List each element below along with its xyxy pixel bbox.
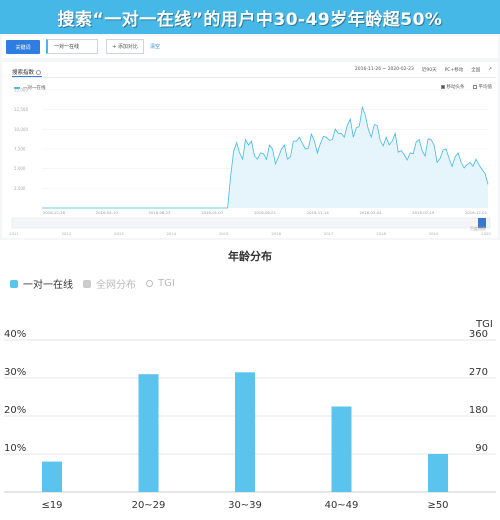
overview-year-label: 2015 bbox=[219, 231, 229, 236]
trend-panel: 搜索指数 2016-11-26 ~ 2020-02-23 近90天 PC+移动 … bbox=[2, 62, 498, 238]
overview-year-label: 2013 bbox=[114, 231, 124, 236]
x-tick-label: 2016-01-07 bbox=[201, 210, 224, 215]
bar bbox=[235, 372, 255, 492]
overview-track bbox=[11, 217, 491, 229]
keyword-button[interactable]: 关键词 bbox=[6, 40, 40, 54]
x-tick-label: 2016-12-01 bbox=[465, 210, 488, 215]
bar bbox=[428, 454, 448, 492]
x-tick-label: 2016-06-01 bbox=[254, 210, 277, 215]
y-tick-label: 15,000 bbox=[14, 88, 28, 93]
bar bbox=[42, 461, 62, 492]
trend-area-fill bbox=[42, 107, 488, 208]
keyword-toolbar: 关键词 一对一在线 + 添加对比 清空 bbox=[2, 36, 498, 58]
y-tick-label: 12,500 bbox=[14, 107, 28, 112]
x-tick-label: 40~49 bbox=[325, 500, 359, 511]
age-distribution-section: 年龄分布 一对一在线 全网分布 TGI TGI 40% 360 30% 270 20% 18… bbox=[0, 240, 500, 520]
bar bbox=[331, 406, 352, 492]
right-tick-label: 180 bbox=[469, 405, 488, 416]
right-tick-label: 270 bbox=[469, 367, 488, 378]
y-tick-label: 10% bbox=[4, 443, 26, 454]
banner-title: 搜索“一对一在线”的用户中30-49岁年龄超50% bbox=[57, 9, 443, 30]
watermark: 百度指数 bbox=[470, 226, 486, 231]
y-tick-label: 5,000 bbox=[14, 166, 26, 171]
x-tick-label: 2016-12-26 bbox=[43, 210, 66, 215]
x-tick-label: ≤19 bbox=[41, 500, 62, 511]
age-bar-chart: TGI40% 36030% 27020% 18010% 90≤19 20~29 30~39 4… bbox=[4, 319, 496, 511]
x-tick-label: 2016-08-23 bbox=[148, 210, 171, 215]
y-tick-label: 20% bbox=[4, 405, 26, 416]
header-banner: 搜索“一对一在线”的用户中30-49岁年龄超50% bbox=[0, 0, 500, 34]
overview-year-label: 2019 bbox=[429, 231, 439, 236]
x-tick-label: 20~29 bbox=[132, 500, 166, 511]
y-tick-label: 2,500 bbox=[14, 186, 26, 191]
bar bbox=[138, 374, 159, 492]
trend-chart: 15,000 12,500 10,000 7,500 5,000 2,500 2016-12… bbox=[9, 88, 491, 237]
x-tick-label: ≥50 bbox=[427, 500, 448, 511]
overview-year-label: 2014 bbox=[166, 231, 176, 236]
overview-year-label: 2017 bbox=[324, 231, 334, 236]
clear-link[interactable]: 清空 bbox=[150, 43, 160, 50]
x-tick-label: 2016-07-19 bbox=[412, 210, 435, 215]
overview-year-label: 2016 bbox=[271, 231, 281, 236]
y-tick-label: 10,000 bbox=[14, 127, 28, 132]
search-index-screenshot: 关键词 一对一在线 + 添加对比 清空 搜索指数 2016-11-26 ~ 20… bbox=[0, 34, 500, 240]
x-tick-label: 2016-03-04 bbox=[359, 210, 382, 215]
keyword-input[interactable]: 一对一在线 bbox=[46, 39, 98, 54]
overview-year-label: 2018 bbox=[376, 231, 386, 236]
y-tick-label: 40% bbox=[4, 329, 26, 340]
x-tick-label: 30~39 bbox=[228, 500, 262, 511]
right-tick-label: 360 bbox=[469, 329, 488, 340]
y-tick-label: 7,500 bbox=[14, 147, 26, 152]
x-tick-label: 2016-04-10 bbox=[96, 210, 119, 215]
right-tick-label: 90 bbox=[475, 443, 488, 454]
y-tick-label: 30% bbox=[4, 367, 26, 378]
overview-year-label: 2011 bbox=[9, 231, 19, 236]
add-compare-button[interactable]: + 添加对比 bbox=[106, 39, 144, 54]
x-tick-label: 2016-11-14 bbox=[307, 210, 330, 215]
overview-year-label: 2012 bbox=[62, 231, 72, 236]
